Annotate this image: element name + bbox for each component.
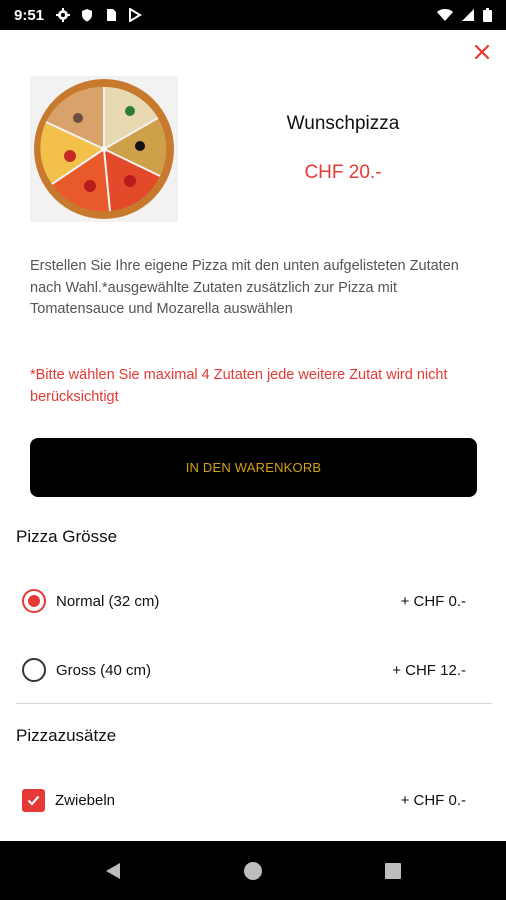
checkbox-checked-icon[interactable] <box>22 788 45 812</box>
sim-card-icon <box>104 8 118 22</box>
ingredient-warning: *Bitte wählen Sie maximal 4 Zutaten jede… <box>30 367 448 405</box>
size-section-title: Pizza Grösse <box>16 527 118 546</box>
signal-icon <box>461 8 475 22</box>
add-to-cart-button[interactable]: IN DEN WARENKORB <box>30 438 477 497</box>
extras-section-title: Pizzazusätze <box>16 726 117 745</box>
navigation-bar <box>0 841 506 900</box>
radio-unchecked-icon[interactable] <box>22 658 46 682</box>
size-option-label: Normal (32 cm) <box>56 592 160 610</box>
extra-option-zwiebeln[interactable]: Zwiebeln + CHF 0.- <box>22 785 482 815</box>
home-button[interactable] <box>238 856 268 886</box>
size-option-normal[interactable]: Normal (32 cm) + CHF 0.- <box>22 586 482 616</box>
extra-option-label: Zwiebeln <box>55 791 116 809</box>
close-icon <box>474 44 490 60</box>
wifi-icon <box>437 8 453 22</box>
product-title: Wunschpizza <box>286 113 400 134</box>
play-store-icon <box>128 7 142 23</box>
shield-icon <box>80 8 94 22</box>
product-price: CHF 20.- <box>304 162 382 183</box>
recents-button[interactable] <box>378 856 408 886</box>
status-right-icons <box>437 8 492 22</box>
extra-option-price: + CHF 0.- <box>400 791 466 809</box>
size-option-label: Gross (40 cm) <box>56 661 152 679</box>
back-icon <box>106 862 120 879</box>
home-icon <box>244 861 262 880</box>
size-option-price: + CHF 0.- <box>400 592 466 610</box>
close-button[interactable] <box>470 40 494 64</box>
product-description: Erstellen Sie Ihre eigene Pizza mit den … <box>30 258 459 317</box>
status-bar: 9:51 <box>0 0 506 30</box>
recents-icon <box>385 862 401 879</box>
status-time: 9:51 <box>14 6 45 24</box>
gear-icon <box>56 8 71 22</box>
radio-checked-icon[interactable] <box>22 589 46 613</box>
size-option-price: + CHF 12.- <box>392 661 466 679</box>
status-left-icons <box>56 7 142 23</box>
pizza-image <box>30 76 178 222</box>
battery-icon <box>483 8 492 22</box>
size-option-gross[interactable]: Gross (40 cm) + CHF 12.- <box>22 655 482 685</box>
divider <box>16 703 492 704</box>
back-button[interactable] <box>98 856 128 886</box>
